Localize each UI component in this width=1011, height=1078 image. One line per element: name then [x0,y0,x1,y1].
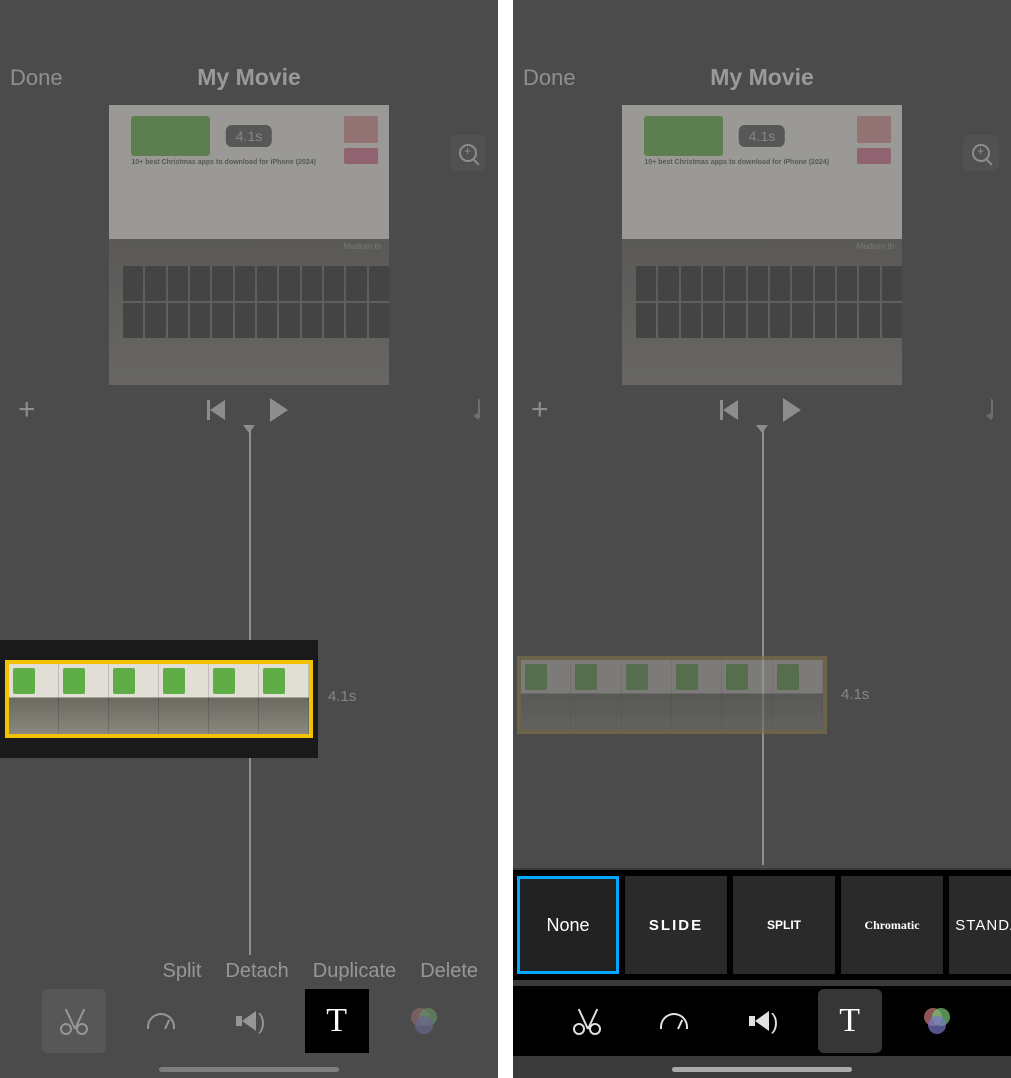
volume-tool[interactable] [217,989,281,1053]
video-clip-selected[interactable] [517,655,827,735]
clip-actions: Split Detach Duplicate Delete [0,960,498,983]
scissors-icon [60,1007,88,1035]
text-icon: T [326,1002,347,1040]
cut-tool[interactable] [42,989,106,1053]
preview-time-badge: 4.1s [226,125,272,147]
header: Done My Movie [0,50,498,105]
zoom-button[interactable] [450,135,486,171]
watermark: Medium th [857,242,894,251]
panel-divider [498,0,513,1078]
speedometer-icon [660,1013,688,1029]
play-button[interactable] [270,398,288,422]
clip-duration-label: 4.1s [328,688,356,705]
undo-button[interactable] [478,401,480,419]
home-indicator[interactable] [159,1067,339,1072]
speaker-icon [242,1011,256,1031]
detach-action[interactable]: Detach [225,960,288,983]
split-action[interactable]: Split [163,960,202,983]
title-style-picker[interactable]: None SLIDE SPLIT Chromatic STANDARD [513,870,1011,980]
delete-action[interactable]: Delete [420,960,478,983]
imovie-editor-right: Done My Movie 10+ best Christmas apps to… [513,0,1011,1078]
title-style-split[interactable]: SPLIT [733,876,835,974]
project-title: My Movie [197,64,301,91]
edit-toolbar: T [513,986,1011,1056]
titles-tool[interactable]: T [305,989,369,1053]
skip-back-button[interactable] [210,400,225,420]
preview-frame: 10+ best Christmas apps to download for … [622,105,902,385]
speed-tool[interactable] [642,989,706,1053]
playhead[interactable] [762,430,764,865]
undo-button[interactable] [991,401,993,419]
done-button[interactable]: Done [523,65,576,91]
add-media-button[interactable]: + [18,393,36,427]
timeline[interactable]: 4.1s [0,430,498,955]
edit-toolbar: T [0,983,498,1058]
scissors-icon [573,1007,601,1035]
timeline[interactable]: 4.1s [513,430,1011,860]
cut-tool[interactable] [555,989,619,1053]
status-bar [0,0,498,50]
play-button[interactable] [783,398,801,422]
transport-bar: + [513,390,1011,430]
volume-tool[interactable] [730,989,794,1053]
magnify-plus-icon [459,144,477,162]
preview-article-text: 10+ best Christmas apps to download for … [644,159,829,167]
watermark: Medium th [344,242,381,251]
transport-bar: + [0,390,498,430]
title-style-chromatic[interactable]: Chromatic [841,876,943,974]
add-media-button[interactable]: + [531,393,549,427]
video-preview[interactable]: 10+ best Christmas apps to download for … [0,105,498,390]
preview-time-badge: 4.1s [739,125,785,147]
skip-back-button[interactable] [723,400,738,420]
filters-icon [924,1008,950,1034]
text-icon: T [839,1002,860,1040]
zoom-button[interactable] [963,135,999,171]
video-preview[interactable]: 10+ best Christmas apps to download for … [513,105,1011,390]
speed-tool[interactable] [129,989,193,1053]
titles-tool[interactable]: T [818,989,882,1053]
magnify-plus-icon [972,144,990,162]
video-clip-selected[interactable] [0,640,318,758]
title-style-standard[interactable]: STANDARD [949,876,1011,974]
clip-duration-label: 4.1s [841,686,869,703]
filters-icon [411,1008,437,1034]
speedometer-icon [147,1013,175,1029]
project-title: My Movie [710,64,814,91]
duplicate-action[interactable]: Duplicate [313,960,396,983]
speaker-icon [755,1011,769,1031]
title-style-slide[interactable]: SLIDE [625,876,727,974]
header: Done My Movie [513,50,1011,105]
preview-article-text: 10+ best Christmas apps to download for … [131,159,316,167]
filters-tool[interactable] [905,989,969,1053]
filters-tool[interactable] [392,989,456,1053]
imovie-editor-left: Done My Movie 10+ best Christmas apps to… [0,0,498,1078]
done-button[interactable]: Done [10,65,63,91]
title-style-none[interactable]: None [517,876,619,974]
home-indicator[interactable] [672,1067,852,1072]
status-bar [513,0,1011,50]
preview-frame: 10+ best Christmas apps to download for … [109,105,389,385]
